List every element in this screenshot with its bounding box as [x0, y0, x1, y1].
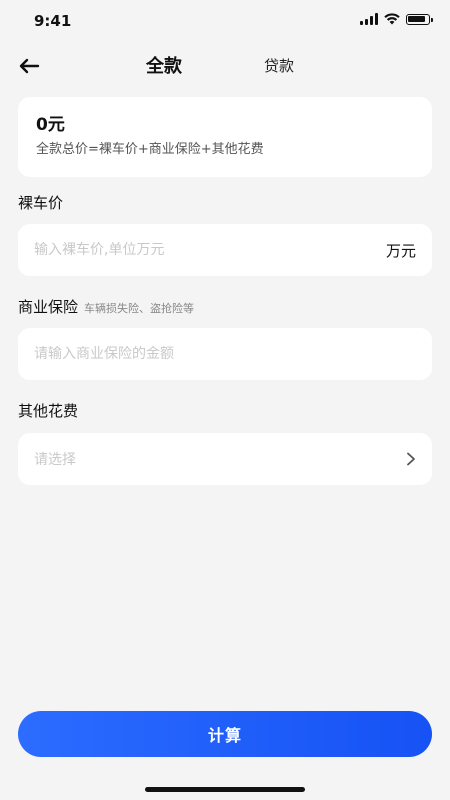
status-time: 9:41: [34, 12, 72, 30]
chevron-right-icon: [407, 452, 415, 466]
insurance-label-text: 商业保险: [18, 298, 79, 316]
insurance-label: 商业保险 车辆损失险、盗抢险等: [18, 297, 194, 319]
wifi-icon: [384, 13, 400, 25]
header: 全款 贷款: [0, 44, 450, 88]
insurance-field: [18, 328, 432, 380]
tab-loan[interactable]: 贷款: [264, 55, 294, 76]
tab-full-payment[interactable]: 全款: [146, 52, 182, 78]
other-fees-label: 其他花费: [18, 401, 78, 421]
insurance-sublabel: 车辆损失险、盗抢险等: [84, 302, 195, 315]
status-icons: [360, 13, 433, 25]
car-price-field: 万元: [18, 224, 432, 276]
other-fees-label-text: 其他花费: [18, 402, 79, 420]
car-price-input[interactable]: [34, 242, 386, 258]
other-fees-placeholder: 请选择: [34, 452, 76, 468]
battery-icon: [406, 13, 433, 25]
home-indicator: [145, 787, 305, 792]
arrow-left-icon: [19, 58, 40, 74]
calculate-button[interactable]: 计算: [18, 711, 432, 757]
signal-icon: [360, 13, 378, 25]
car-price-label: 裸车价: [18, 193, 63, 213]
total-amount: 0元: [36, 115, 65, 135]
back-button[interactable]: [14, 52, 44, 80]
total-formula: 全款总价=裸车价+商业保险+其他花费: [36, 142, 264, 157]
car-price-unit: 万元: [385, 241, 416, 260]
summary-card: 0元 全款总价=裸车价+商业保险+其他花费: [18, 97, 432, 177]
insurance-input[interactable]: [34, 346, 416, 362]
status-bar: 9:41: [0, 0, 450, 44]
other-fees-select[interactable]: 请选择: [18, 433, 432, 485]
car-price-label-text: 裸车价: [18, 194, 64, 212]
